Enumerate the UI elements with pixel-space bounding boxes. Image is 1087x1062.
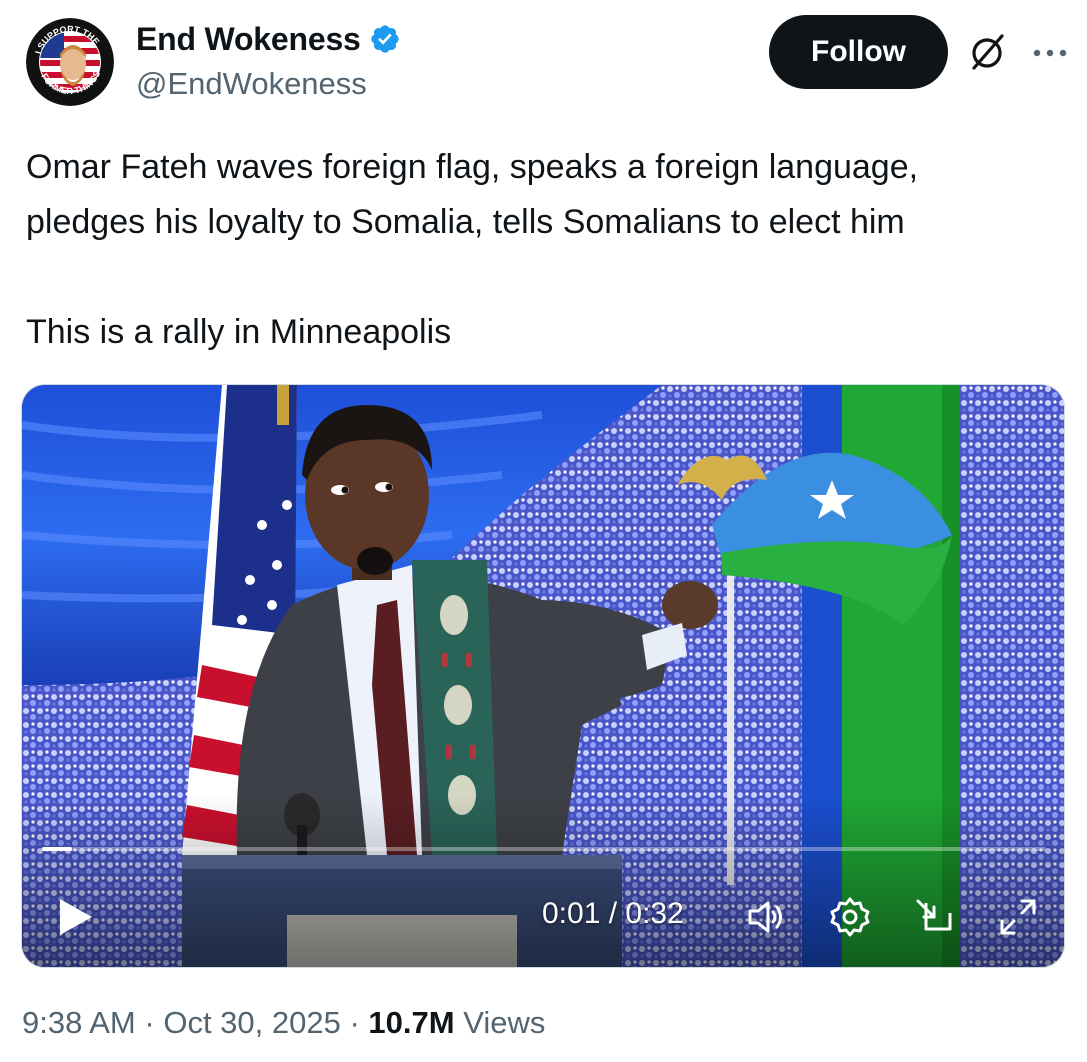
grok-icon[interactable]: [966, 30, 1010, 74]
tweet-meta: 9:38 AM · Oct 30, 2025 · 10.7M Views: [22, 1005, 545, 1041]
display-name[interactable]: End Wokeness: [136, 21, 361, 58]
video-player[interactable]: 0:01 / 0:32: [21, 384, 1065, 968]
avatar[interactable]: I SUPPORT THE FORMER THINGS: [26, 18, 114, 106]
follow-button[interactable]: Follow: [769, 15, 948, 89]
separator: ·: [144, 1005, 155, 1040]
views-count: 10.7M: [368, 1005, 455, 1040]
handle[interactable]: @EndWokeness: [136, 66, 401, 102]
author-info: End Wokeness @EndWokeness: [136, 18, 401, 102]
separator: ·: [349, 1005, 360, 1040]
fullscreen-icon[interactable]: [996, 895, 1040, 939]
tweet-text: Omar Fateh waves foreign flag, speaks a …: [26, 140, 1076, 360]
play-icon[interactable]: [52, 895, 96, 939]
tweet-line: Omar Fateh waves foreign flag, speaks a …: [26, 148, 919, 186]
tweet-header: I SUPPORT THE FORMER THINGS End Wokeness…: [0, 0, 1087, 120]
volume-icon[interactable]: [744, 895, 788, 939]
tweet-line: This is a rally in Minneapolis: [26, 313, 452, 351]
video-time: 0:01 / 0:32: [542, 897, 684, 930]
settings-icon[interactable]: [828, 895, 872, 939]
avatar-badge-icon: I SUPPORT THE FORMER THINGS: [26, 18, 114, 106]
views-label: Views: [463, 1005, 546, 1040]
pip-icon[interactable]: [912, 895, 956, 939]
more-icon[interactable]: [1028, 38, 1072, 68]
name-row: End Wokeness: [136, 18, 401, 60]
post-time[interactable]: 9:38 AM: [22, 1005, 136, 1040]
progress-fill: [42, 847, 73, 851]
verified-badge-icon: [370, 25, 399, 53]
post-date[interactable]: Oct 30, 2025: [163, 1005, 341, 1040]
tweet-line: pledges his loyalty to Somalia, tells So…: [26, 203, 905, 241]
video-frame: [22, 385, 1064, 967]
progress-bar[interactable]: [42, 847, 1046, 851]
